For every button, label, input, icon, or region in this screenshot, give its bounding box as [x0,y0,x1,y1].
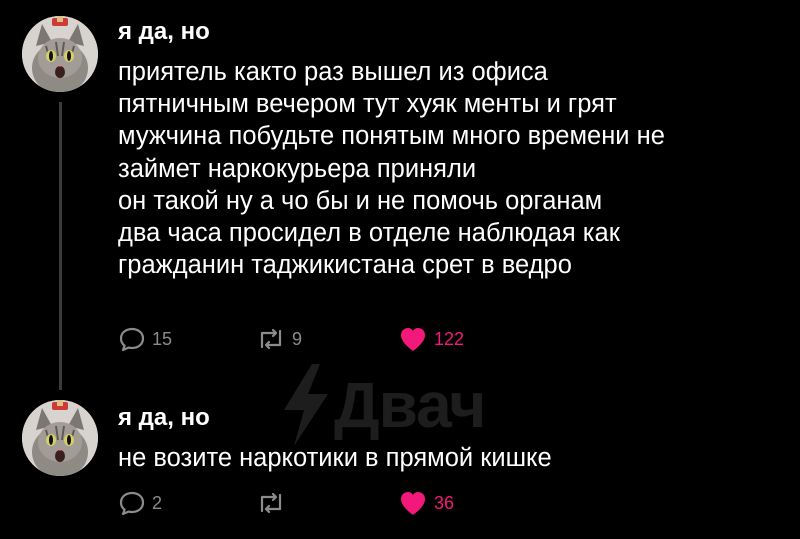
repost-icon [256,325,286,353]
author-name[interactable]: я да, но [118,404,210,432]
reply-button[interactable]: 15 [118,324,172,354]
repost-button[interactable] [256,488,292,518]
avatar[interactable] [22,16,98,92]
repost-icon [256,489,286,517]
reply-count: 2 [152,492,163,513]
post-text: приятель както раз вышел из офиса пятнич… [118,58,665,280]
heart-icon [398,489,428,517]
heart-icon [398,325,428,353]
action-bar: 2 36 [118,488,538,518]
reply-button[interactable]: 2 [118,488,162,518]
avatar-cat-image [22,400,98,476]
reply-icon [118,325,146,353]
post-1: я да, но приятель както раз вышел из офи… [0,0,800,390]
author-name[interactable]: я да, но [118,18,210,46]
repost-count: 9 [292,328,303,349]
action-bar: 15 9 122 [118,324,538,354]
post-text: не возите наркотики в прямой кишке [118,444,552,472]
post-2: я да, но не возите наркотики в прямой ки… [0,390,800,539]
thread-line [59,102,62,390]
avatar-cat-image [22,16,98,92]
repost-button[interactable]: 9 [256,324,302,354]
like-count: 36 [434,492,455,513]
like-button[interactable]: 36 [398,488,454,518]
reply-icon [118,489,146,517]
avatar[interactable] [22,400,98,476]
like-button[interactable]: 122 [398,324,464,354]
like-count: 122 [434,328,465,349]
reply-count: 15 [152,328,173,349]
